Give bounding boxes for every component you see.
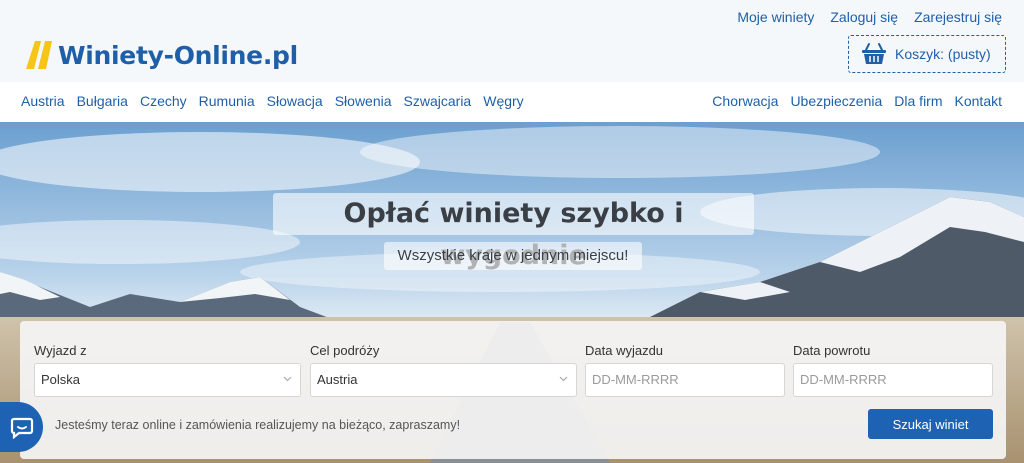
- logo[interactable]: Winiety-Online.pl: [24, 40, 298, 70]
- account-links: Moje winiety Zaloguj się Zarejestruj się: [737, 9, 1002, 25]
- logo-icon: [26, 41, 52, 69]
- nav-contact[interactable]: Kontakt: [955, 93, 1002, 109]
- chat-icon: [10, 417, 33, 439]
- vignette-search-form: Wyjazd z Polska Cel podróży Austria Data…: [20, 321, 1006, 459]
- chevron-down-icon: [283, 376, 292, 382]
- nav-hungary[interactable]: Węgry: [483, 93, 523, 109]
- nav-business[interactable]: Dla firm: [894, 93, 942, 109]
- date-from-input[interactable]: DD-MM-RRRR: [585, 363, 785, 397]
- my-vignettes-link[interactable]: Moje winiety: [737, 9, 814, 25]
- nav-romania[interactable]: Rumunia: [199, 93, 255, 109]
- hero-banner: Opłać winiety szybko i wygodnie Wszystki…: [0, 122, 1024, 463]
- date-to-input[interactable]: DD-MM-RRRR: [793, 363, 993, 397]
- nav-croatia[interactable]: Chorwacja: [712, 93, 778, 109]
- search-vignettes-button[interactable]: Szukaj winiet: [868, 409, 993, 439]
- nav-bulgaria[interactable]: Bułgaria: [77, 93, 128, 109]
- logo-text: Winiety-Online.pl: [58, 40, 298, 70]
- register-link[interactable]: Zarejestruj się: [914, 9, 1002, 25]
- login-link[interactable]: Zaloguj się: [830, 9, 898, 25]
- nav-slovakia[interactable]: Słowacja: [267, 93, 323, 109]
- nav-switzerland[interactable]: Szwajcaria: [404, 93, 472, 109]
- departure-value: Polska: [41, 372, 81, 387]
- hero-headline: Opłać winiety szybko i wygodnie: [273, 193, 754, 271]
- nav-slovenia[interactable]: Słowenia: [335, 93, 392, 109]
- date-from-label: Data wyjazdu: [585, 343, 664, 358]
- site-header: Winiety-Online.pl Moje winiety Zaloguj s…: [0, 0, 1024, 82]
- destination-label: Cel podróży: [310, 343, 380, 358]
- country-nav: Austria Bułgaria Czechy Rumunia Słowacja…: [0, 82, 1024, 122]
- cart-label: Koszyk: (pusty): [895, 46, 991, 62]
- date-to-label: Data powrotu: [793, 343, 871, 358]
- chevron-down-icon: [559, 376, 568, 382]
- cart-button[interactable]: Koszyk: (pusty): [848, 35, 1006, 73]
- nav-czechia[interactable]: Czechy: [140, 93, 187, 109]
- basket-icon: [862, 43, 886, 64]
- departure-select[interactable]: Polska: [34, 363, 301, 397]
- nav-austria[interactable]: Austria: [21, 93, 65, 109]
- hero-subline: Wszystkie kraje w jednym miejscu!: [384, 242, 642, 270]
- nav-insurance[interactable]: Ubezpieczenia: [790, 93, 882, 109]
- online-status-text: Jesteśmy teraz online i zamówienia reali…: [55, 418, 461, 432]
- destination-value: Austria: [317, 372, 358, 387]
- departure-label: Wyjazd z: [34, 343, 87, 358]
- destination-select[interactable]: Austria: [310, 363, 577, 397]
